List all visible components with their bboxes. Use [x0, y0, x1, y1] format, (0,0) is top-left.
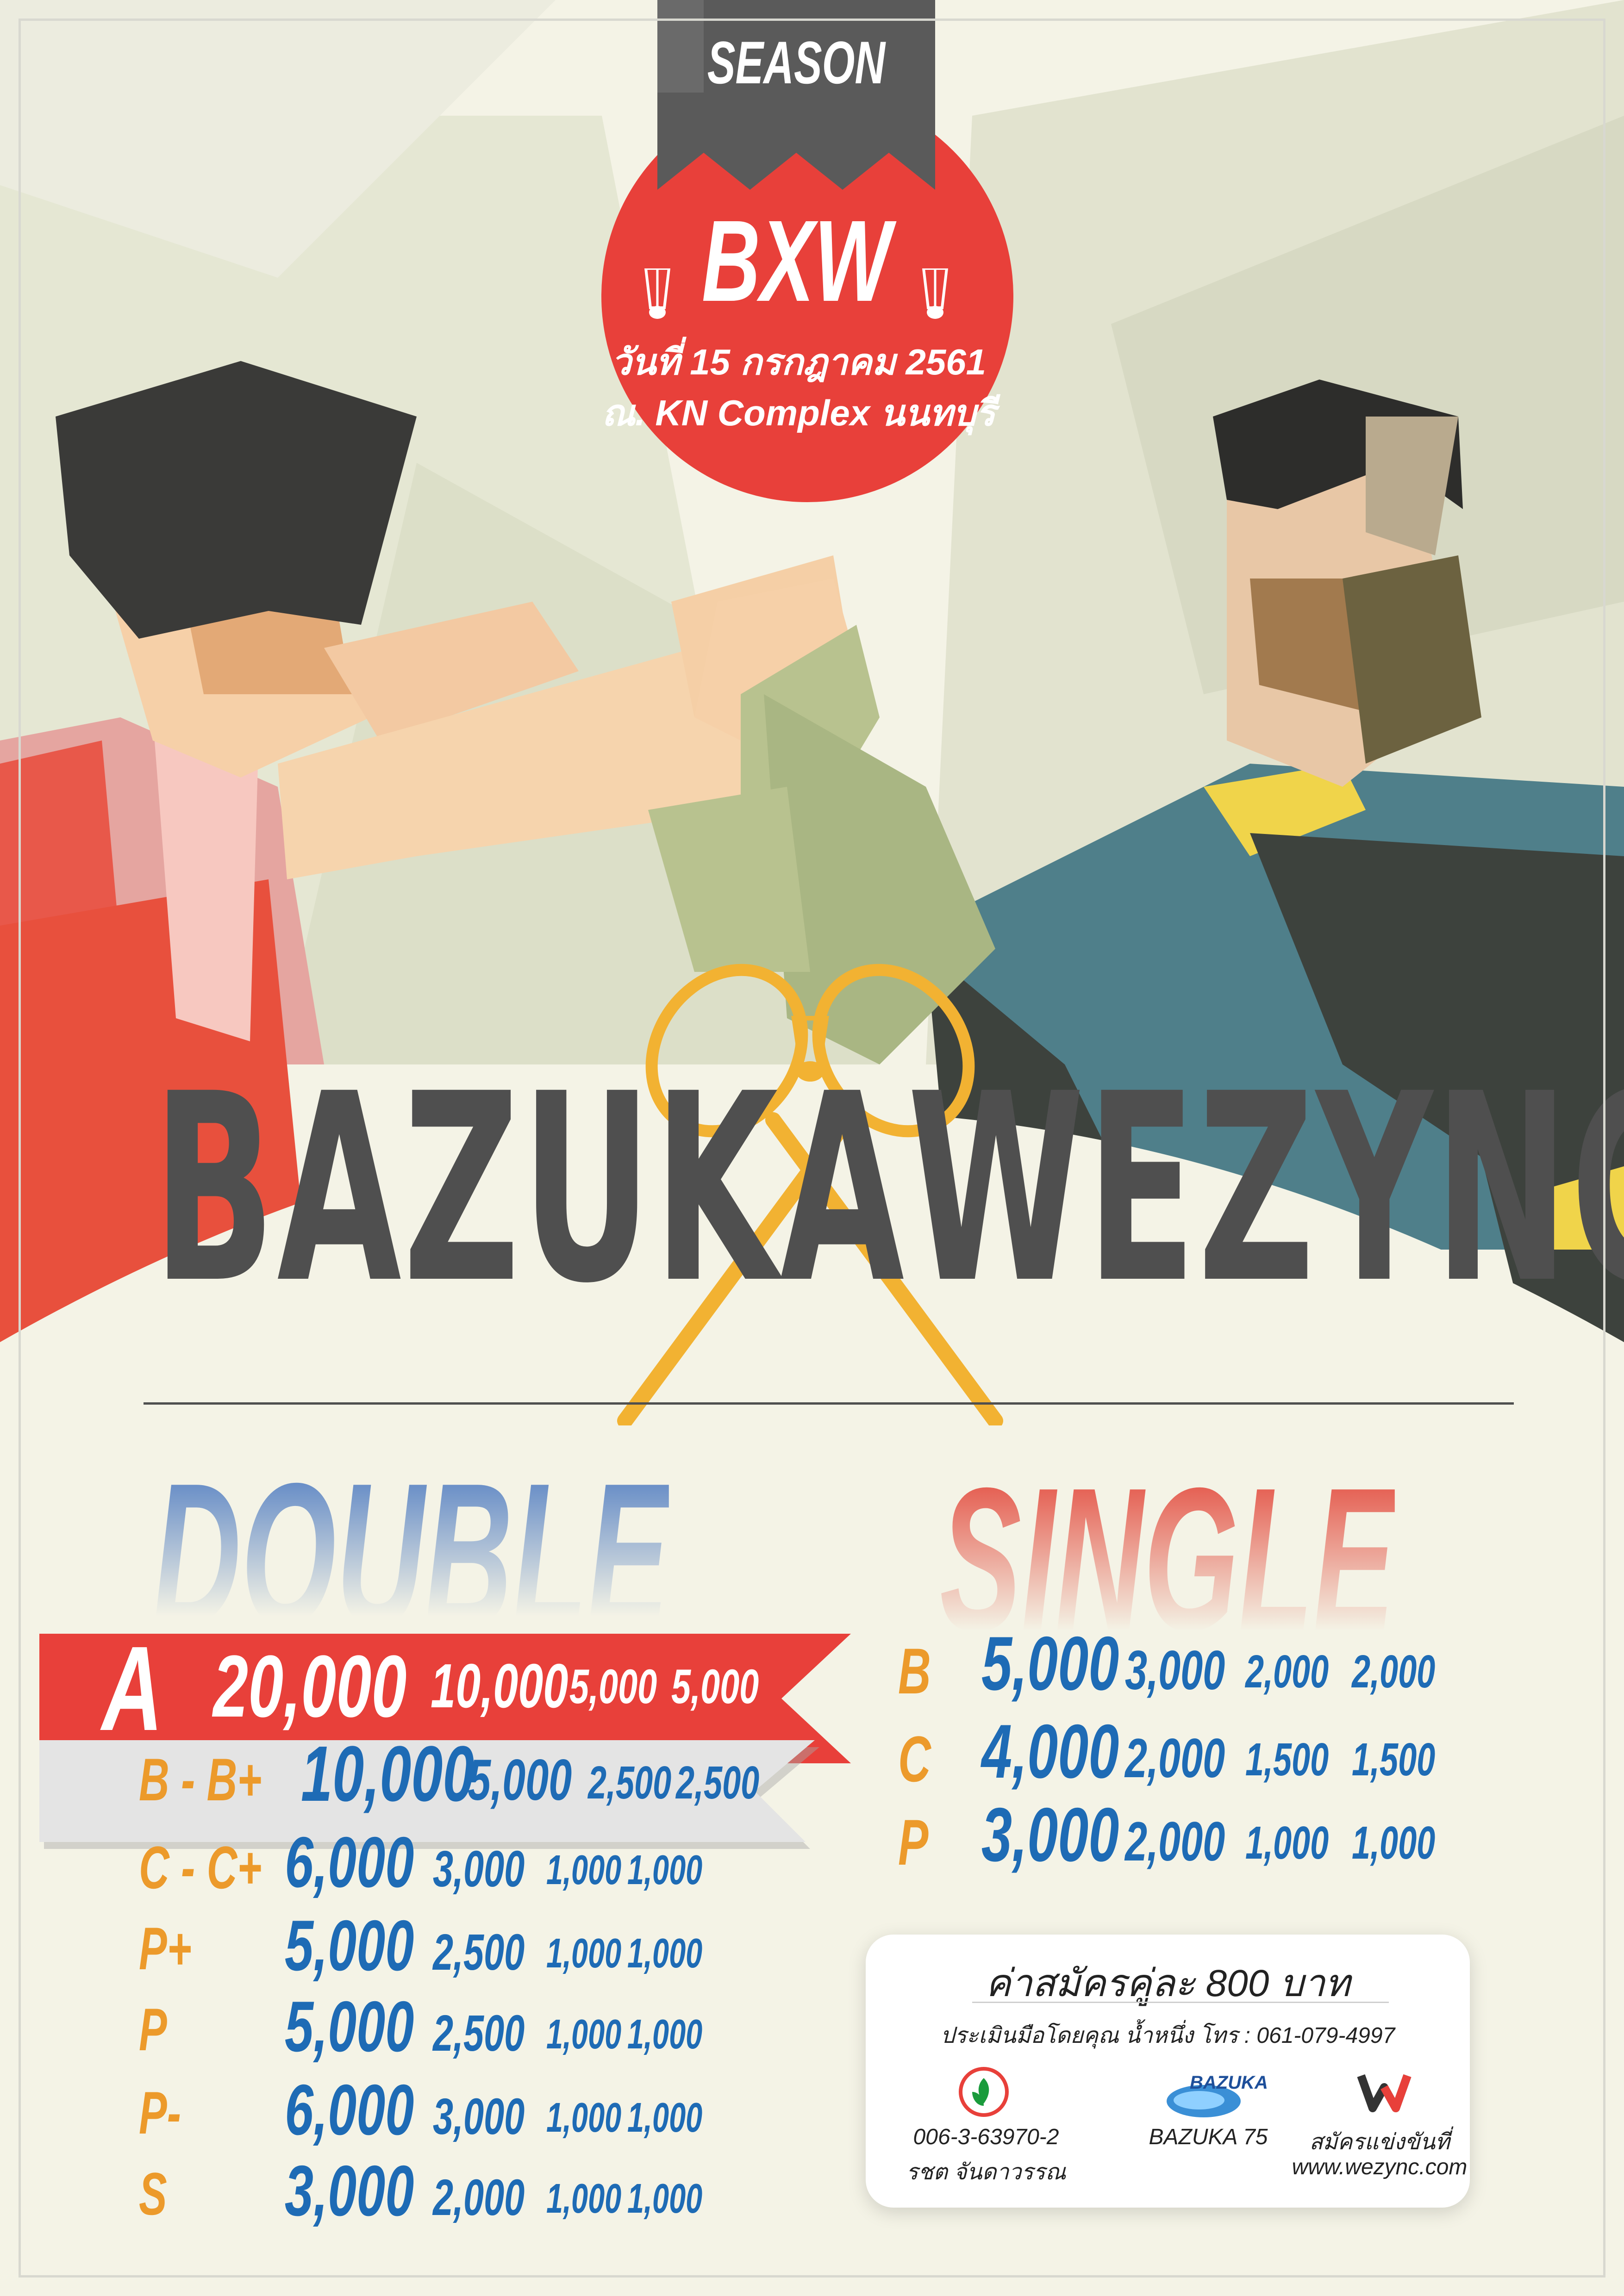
prize-first: 5,000	[285, 1905, 414, 1985]
prize-second: 3,000	[1125, 1639, 1225, 1701]
prize-second: 3,000	[433, 1841, 525, 1898]
prize-fourth: 1,500	[1352, 1734, 1436, 1786]
level-label: C - C+	[139, 1834, 262, 1901]
title-divider	[144, 1402, 1514, 1405]
prize-first: 20,000	[213, 1637, 407, 1736]
prize-third: 1,000	[546, 2011, 622, 2058]
entry-fee: ค่าสมัครคู่ละ 800 บาท	[985, 1962, 1350, 2004]
prize-first: 10,000	[301, 1730, 475, 1818]
level-label: P	[139, 1996, 167, 2063]
prize-fourth: 1,000	[627, 1930, 703, 1977]
prize-fourth: 1,000	[627, 2176, 703, 2222]
prize-first: 3,000	[981, 1792, 1119, 1877]
title-right: WEZYNC	[907, 1039, 1624, 1340]
wezync-logo-icon	[1356, 2069, 1412, 2117]
prize-first: 6,000	[285, 1822, 414, 1902]
prize-second: 3,000	[433, 2088, 525, 2145]
prize-first: 6,000	[285, 2070, 414, 2150]
prize-second: 5,000	[468, 1748, 572, 1812]
event-venue: ณ. KN Complex นนทบุรี	[601, 392, 996, 433]
prize-third: 2,500	[588, 1757, 672, 1809]
shuttlecock-icon	[921, 267, 949, 322]
badge-title: BXW	[701, 196, 891, 325]
prize-fourth: 1,000	[1352, 1817, 1436, 1869]
prize-third: 5,000	[569, 1660, 657, 1714]
prize-second: 2,500	[433, 1924, 525, 1981]
level-label: B	[898, 1635, 931, 1707]
poster: SEASON 1 BXW วันที่ 15 กรกฎาคม 2561 ณ. K…	[0, 0, 1624, 2296]
prize-third: 1,000	[546, 2176, 622, 2222]
bazuka-label: BAZUKA 75	[1149, 2125, 1268, 2149]
prize-fourth: 5,000	[671, 1660, 759, 1714]
prize-fourth: 1,000	[627, 2095, 703, 2141]
prize-third: 1,000	[546, 1847, 622, 1893]
prize-first: 4,000	[981, 1709, 1119, 1794]
prize-third: 1,000	[546, 1930, 622, 1977]
prize-first: 3,000	[285, 2151, 414, 2231]
prize-second: 2,000	[1125, 1811, 1225, 1873]
card-divider	[972, 2002, 1389, 2003]
prize-second: 2,000	[1125, 1727, 1225, 1789]
website-link[interactable]: www.wezync.com	[1282, 2154, 1477, 2180]
level-label: B - B+	[139, 1746, 262, 1813]
bank-name: รชต จันดาวรรณ	[906, 2160, 1066, 2184]
prize-fourth: 1,000	[627, 2011, 703, 2058]
prize-second: 2,000	[433, 2169, 525, 2226]
info-card: ค่าสมัครคู่ละ 800 บาท ประเมินมือโดยคุณ น…	[866, 1935, 1470, 2208]
level-label: P+	[139, 1915, 192, 1982]
level-label: A	[102, 1622, 163, 1756]
level-label: S	[139, 2160, 167, 2228]
bazuka-logo-icon: BAZUKA	[1162, 2069, 1282, 2120]
prize-third: 2,000	[1245, 1646, 1329, 1698]
prize-fourth: 1,000	[627, 1847, 703, 1893]
prize-second: 10,000	[431, 1651, 568, 1721]
bank-account: 006-3-63970-2	[913, 2125, 1059, 2149]
bazuka-logo-text: BAZUKA	[1190, 2072, 1268, 2093]
title-left: BAZUKA	[153, 1039, 906, 1340]
event-date: วันที่ 15 กรกฎาคม 2561	[611, 342, 986, 382]
shuttlecock-icon	[643, 267, 671, 322]
prize-fourth: 2,500	[676, 1757, 760, 1809]
prize-third: 1,500	[1245, 1734, 1329, 1786]
prize-first: 5,000	[981, 1621, 1119, 1706]
prize-second: 2,500	[433, 2005, 525, 2062]
prize-first: 5,000	[285, 1986, 414, 2066]
level-label: P	[898, 1806, 929, 1879]
prize-third: 1,000	[1245, 1817, 1329, 1869]
prize-third: 1,000	[546, 2095, 622, 2141]
level-label: C	[898, 1723, 931, 1795]
evaluation-contact: ประเมินมือโดยคุณ น้ำหนึ่ง โทร : 061-079-…	[940, 2023, 1395, 2048]
level-label: P-	[139, 2079, 181, 2147]
bank-icon	[958, 2066, 1009, 2120]
prize-fourth: 2,000	[1352, 1646, 1436, 1698]
